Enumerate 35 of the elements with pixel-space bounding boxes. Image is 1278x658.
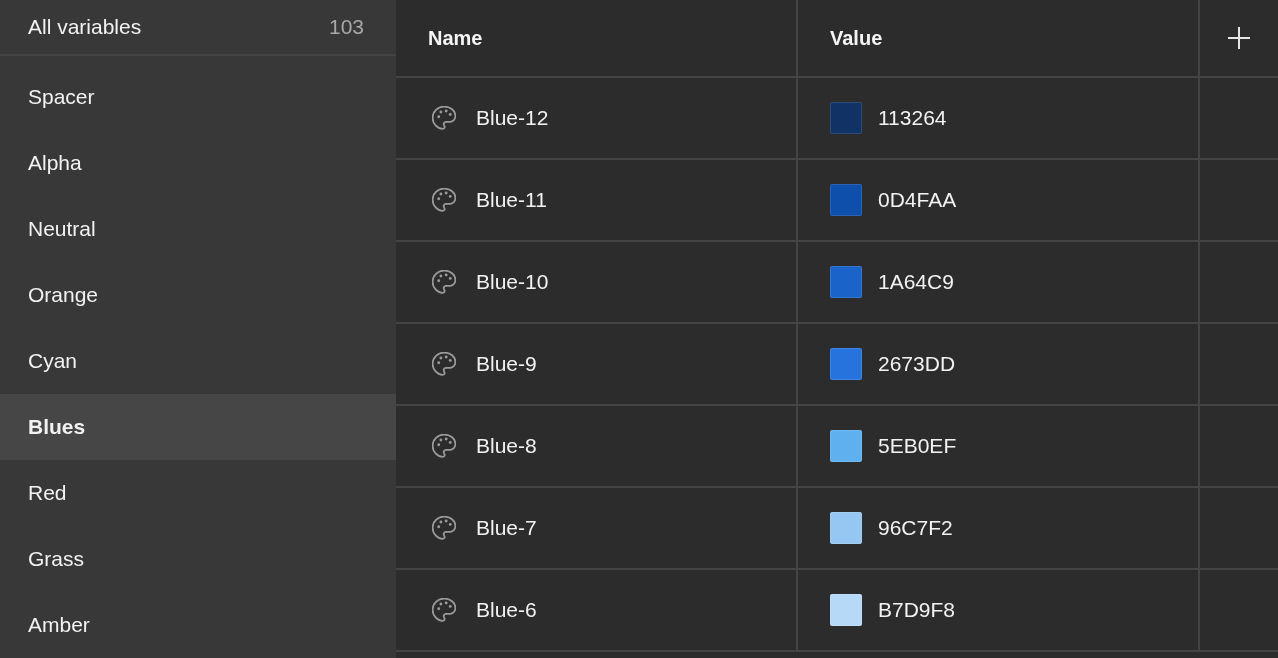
color-value: 0D4FAA [878,188,957,212]
palette-icon [432,516,456,540]
color-value: 2673DD [878,352,956,376]
variable-name: Blue-7 [476,516,537,540]
variable-name: Blue-6 [476,598,537,622]
variable-name: Blue-12 [476,106,549,130]
sidebar-item[interactable]: Spacer [0,64,396,130]
all-variables-item[interactable]: All variables 103 [0,0,396,54]
color-value: B7D9F8 [878,598,956,622]
sidebar-item[interactable]: Grass [0,526,396,592]
plus-icon [1228,27,1250,49]
color-value: 96C7F2 [878,516,953,540]
variable-name: Blue-11 [476,188,547,212]
variable-name: Blue-10 [476,270,549,294]
sidebar-item[interactable]: Neutral [0,196,396,262]
palette-icon [432,598,456,622]
sidebar-item[interactable]: Blues [0,394,396,460]
sidebar-item[interactable]: Orange [0,262,396,328]
column-header[interactable]: Value [830,26,883,50]
sidebar-item[interactable]: Amber [0,592,396,658]
column-header[interactable]: Name [428,26,483,50]
color-value: 113264 [878,106,947,130]
palette-icon [432,106,456,130]
variable-name: Blue-9 [476,352,537,376]
sidebar-item[interactable]: Red [0,460,396,526]
sidebar-item[interactable]: Cyan [0,328,396,394]
palette-icon [432,270,456,294]
palette-icon [432,434,456,458]
variable-name: Blue-8 [476,434,537,458]
color-value: 1A64C9 [878,270,954,294]
palette-icon [432,352,456,376]
palette-icon [432,188,456,212]
variable-count: 103 [328,15,364,39]
color-value: 5EB0EF [878,434,957,458]
sidebar-item[interactable]: Alpha [0,130,396,196]
